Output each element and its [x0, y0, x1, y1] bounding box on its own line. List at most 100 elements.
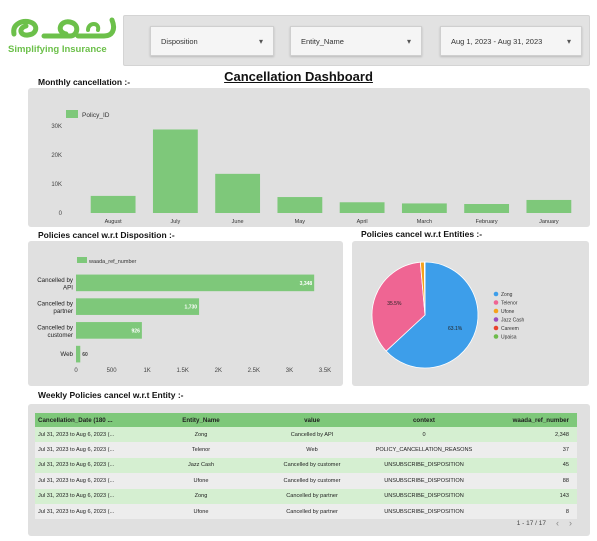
column-header-context[interactable]: context: [364, 413, 484, 427]
cell-value: Cancelled by customer: [260, 473, 364, 489]
cell-entity: Ufone: [142, 503, 260, 520]
date-range-label: Aug 1, 2023 - Aug 31, 2023: [451, 36, 543, 46]
column-header-date[interactable]: Cancellation_Date (180 ...: [35, 413, 142, 427]
cell-context: 0: [364, 427, 484, 443]
bar-january: [526, 199, 572, 213]
legend-label: Upaisa: [501, 335, 517, 341]
x-tick-label: 1.5K: [177, 368, 189, 374]
pagination-range: 1 - 17 / 17: [516, 519, 546, 527]
x-tick-label: 500: [107, 368, 118, 374]
x-tick-label: March: [417, 219, 432, 225]
x-tick-label: May: [295, 219, 306, 225]
cell-context: POLICY_CANCELLATION_REASONS: [364, 442, 484, 458]
monthly-cancellation-chart: Policy_ID 0 10K 20K 30K August July June May Apr…: [51, 110, 572, 225]
weekly-table: Cancellation_Date (180 ... Entity_Name v…: [35, 413, 577, 520]
disposition-chart: waada_ref_number 0 500 1K 1.5K 2K 2.5K 3K 3.5K C…: [37, 257, 331, 374]
cell-ref-number: 45: [484, 457, 577, 474]
x-tick-label: 0: [74, 368, 78, 374]
y-tick-label: Cancelled by partner: [37, 301, 74, 316]
chevron-left-icon[interactable]: ‹: [556, 518, 559, 528]
x-tick-label: 2K: [215, 368, 222, 374]
weekly-table-panel: Cancellation_Date (180 ... Entity_Name v…: [28, 404, 590, 536]
entities-section-title: Policies cancel w.r.t Entities :-: [361, 229, 483, 239]
table-row: Jul 31, 2023 to Aug 6, 2023 (... Zong Canc…: [35, 488, 577, 504]
monthly-chart-panel: Policy_ID 0 10K 20K 30K August July June May Apr…: [28, 88, 590, 227]
bar-cancelled-by-partner: [76, 298, 200, 315]
entity-filter[interactable]: Entity_Name ▾: [290, 26, 422, 56]
y-tick-label: Cancelled by customer: [37, 324, 74, 339]
cell-date: Jul 31, 2023 to Aug 6, 2023 (...: [35, 488, 142, 504]
column-header-value[interactable]: value: [260, 413, 364, 427]
cell-date: Jul 31, 2023 to Aug 6, 2023 (...: [35, 442, 142, 458]
x-tick-label: August: [105, 219, 123, 225]
weekly-section-title: Weekly Policies cancel w.r.t Entity :-: [38, 390, 184, 400]
cell-date: Jul 31, 2023 to Aug 6, 2023 (...: [35, 503, 142, 520]
cell-ref-number: 88: [484, 473, 577, 489]
bar-august: [90, 195, 136, 213]
pie-data-label: 35.5%: [387, 301, 402, 307]
cell-entity: Zong: [142, 427, 260, 443]
date-range-filter[interactable]: Aug 1, 2023 - Aug 31, 2023 ▾: [440, 26, 582, 56]
legend-label: Jazz Cash: [501, 318, 525, 324]
legend-label: waada_ref_number: [88, 259, 137, 265]
monthly-section-title: Monthly cancellation :-: [38, 77, 131, 87]
table-row: Jul 31, 2023 to Aug 6, 2023 (... Zong Canc…: [35, 427, 577, 443]
legend-swatch: [77, 257, 87, 263]
disposition-filter-label: Disposition: [161, 36, 198, 46]
cell-entity: Zong: [142, 488, 260, 504]
cell-date: Jul 31, 2023 to Aug 6, 2023 (...: [35, 427, 142, 443]
x-tick-label: 3.5K: [319, 368, 331, 374]
legend-marker: [493, 317, 499, 322]
x-tick-label: July: [170, 219, 180, 225]
chevron-down-icon: ▾: [258, 36, 263, 46]
filter-bar: Disposition ▾ Entity_Name ▾ Aug 1, 2023 …: [123, 15, 590, 66]
legend-label: Careem: [501, 326, 519, 332]
chevron-down-icon: ▾: [406, 36, 411, 46]
legend-marker: [493, 325, 499, 331]
cell-context: UNSUBSCRIBE_DISPOSITION: [364, 457, 484, 474]
legend-label: Zong: [501, 292, 513, 298]
x-tick-label: June: [232, 219, 244, 225]
y-tick-label: 10K: [51, 182, 62, 188]
table-row: Jul 31, 2023 to Aug 6, 2023 (... Jazz Cas…: [35, 457, 577, 474]
entities-pie-chart: 63.1% 35.5% Zong Telenor Ufone Jazz Cash Caree…: [371, 261, 525, 369]
cell-ref-number: 37: [484, 442, 577, 458]
logo-wordmark-graphic: [11, 17, 117, 39]
disposition-section-title: Policies cancel w.r.t Disposition :-: [38, 230, 175, 240]
pie-data-label: 63.1%: [448, 326, 463, 332]
cell-ref-number: 2,348: [484, 427, 577, 443]
y-tick-label: 20K: [51, 153, 62, 159]
cell-date: Jul 31, 2023 to Aug 6, 2023 (...: [35, 457, 142, 474]
table-row: Jul 31, 2023 to Aug 6, 2023 (... Ufone Can…: [35, 473, 577, 489]
table-row: Jul 31, 2023 to Aug 6, 2023 (... Telenor W…: [35, 442, 577, 458]
cell-date: Jul 31, 2023 to Aug 6, 2023 (...: [35, 473, 142, 489]
cell-entity: Jazz Cash: [142, 457, 260, 474]
legend-marker: [493, 334, 499, 339]
cell-ref-number: 143: [484, 488, 577, 504]
x-tick-label: January: [539, 219, 559, 225]
data-label: 60: [82, 352, 88, 358]
bar-may: [277, 197, 323, 213]
table-header-row: Cancellation_Date (180 ... Entity_Name v…: [35, 413, 577, 427]
bar-april: [339, 202, 385, 213]
cell-context: UNSUBSCRIBE_DISPOSITION: [364, 488, 484, 504]
brand-tagline: Simplifying Insurance: [8, 44, 107, 55]
bar-july: [152, 129, 198, 213]
x-tick-label: April: [357, 219, 368, 225]
y-tick-label: 30K: [51, 124, 62, 130]
y-tick-label: Cancelled by API: [37, 277, 74, 292]
cell-context: UNSUBSCRIBE_DISPOSITION: [364, 503, 484, 520]
column-header-entity[interactable]: Entity_Name: [142, 413, 260, 427]
legend-label: Ufone: [501, 309, 515, 315]
chevron-right-icon[interactable]: ›: [569, 518, 572, 528]
bar-cancelled-by-api: [76, 274, 315, 292]
pagination: 1 - 17 / 17 ‹ ›: [517, 518, 572, 528]
bar-web: [76, 345, 81, 363]
legend-label: Telenor: [501, 301, 518, 307]
disposition-chart-panel: waada_ref_number 0 500 1K 1.5K 2K 2.5K 3K 3.5K C…: [28, 241, 343, 386]
column-header-ref-number[interactable]: waada_ref_number: [484, 413, 577, 427]
x-tick-label: 2.5K: [248, 368, 260, 374]
disposition-filter[interactable]: Disposition ▾: [150, 26, 274, 56]
bar-march: [401, 203, 447, 213]
cell-value: Cancelled by customer: [260, 457, 364, 474]
